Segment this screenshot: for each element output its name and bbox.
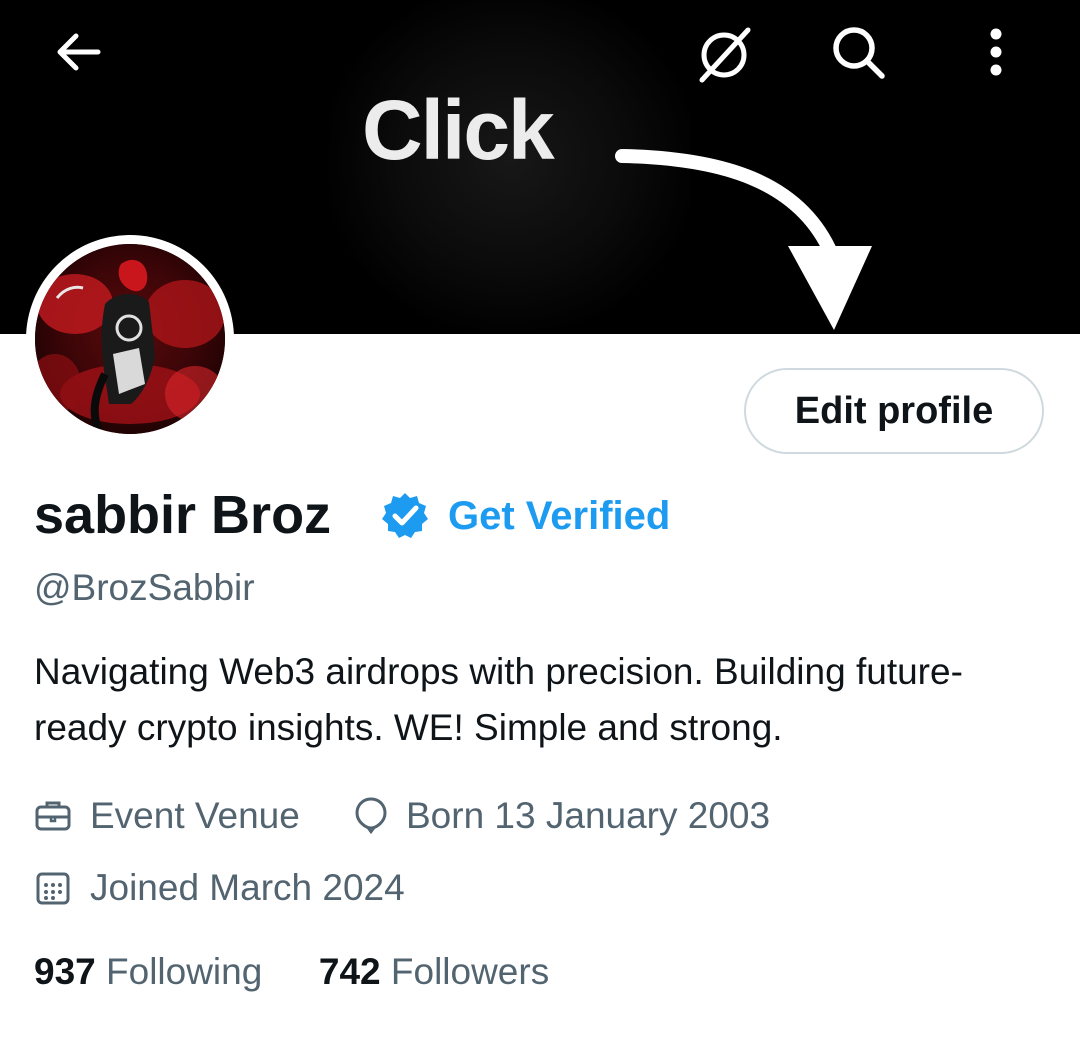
get-verified-link[interactable]: Get Verified [448,492,670,540]
profile-joined: Joined March 2024 [34,866,405,910]
followers-label: Followers [390,951,550,992]
arrow-left-icon [57,33,101,71]
joined-label: Joined March 2024 [90,867,405,908]
grok-button[interactable] [688,18,760,90]
following-count: 937 [34,951,96,992]
briefcase-icon [35,801,71,831]
edit-profile-button[interactable]: Edit profile [744,368,1044,454]
profile-category: Event Venue [34,794,300,838]
user-handle: @BrozSabbir [34,567,255,608]
following-link[interactable]: 937 Following [34,951,273,992]
profile-birthday: Born 13 January 2003 [354,794,770,838]
display-name: sabbir Broz [34,485,332,545]
grok-icon [699,27,751,83]
category-label: Event Venue [90,795,300,836]
calendar-icon [36,872,70,905]
balloon-icon [355,797,387,835]
followers-count: 742 [318,951,381,992]
search-button[interactable] [822,16,894,88]
follow-counts: 937 Following 742 Followers [34,948,549,996]
followers-link[interactable]: 742 Followers [319,951,549,992]
avatar[interactable] [35,244,225,434]
profile-bio: Navigating Web3 airdrops with precision.… [34,651,963,748]
birthday-label: Born 13 January 2003 [406,795,771,836]
search-icon [833,27,885,79]
more-options-button[interactable] [960,16,1032,88]
following-label: Following [106,951,263,992]
verified-badge[interactable] [380,490,430,544]
more-vertical-icon [990,28,1002,76]
back-button[interactable] [42,16,114,88]
avatar-image [35,244,225,434]
banner-text: Click [362,83,555,177]
verified-badge-icon [382,493,428,538]
